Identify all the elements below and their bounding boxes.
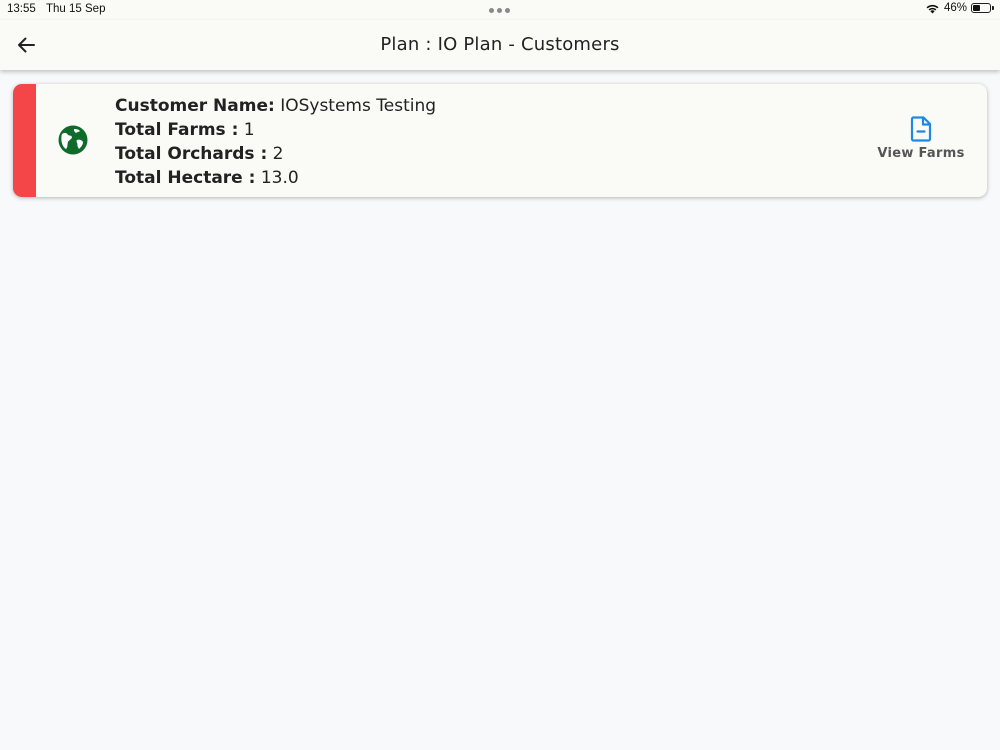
battery-percent: 46%	[943, 2, 967, 14]
total-farms-row: Total Farms : 1	[115, 118, 436, 142]
total-orchards-value: 2	[272, 144, 284, 164]
app-bar: Plan : IO Plan - Customers	[0, 20, 1000, 70]
customer-name-value: IOSystems Testing	[280, 96, 437, 116]
total-hectare-row: Total Hectare : 13.0	[115, 166, 436, 190]
status-indicators: 46%	[925, 2, 994, 14]
globe-icon	[58, 125, 88, 155]
total-orchards-row: Total Orchards : 2	[115, 142, 436, 166]
customer-name-label: Customer Name:	[115, 96, 275, 116]
card-accent-stripe	[13, 84, 36, 197]
total-orchards-label: Total Orchards :	[115, 144, 268, 164]
view-farms-label: View Farms	[877, 146, 965, 161]
status-bar: 13:55 Thu 15 Sep 46%	[0, 0, 1000, 20]
total-farms-value: 1	[243, 120, 255, 140]
status-time: 13:55	[7, 3, 36, 15]
page-title: Plan : IO Plan - Customers	[380, 34, 620, 55]
customer-name-row: Customer Name: IOSystems Testing	[115, 94, 436, 118]
view-farms-button[interactable]: View Farms	[875, 116, 967, 161]
multitasking-dots-icon[interactable]	[489, 8, 510, 13]
total-hectare-value: 13.0	[260, 168, 299, 188]
status-date: Thu 15 Sep	[46, 3, 106, 15]
total-hectare-label: Total Hectare :	[115, 168, 256, 188]
document-icon	[910, 116, 932, 142]
battery-icon	[971, 3, 991, 13]
wifi-icon	[926, 4, 939, 13]
customer-card[interactable]: Customer Name: IOSystems Testing Total F…	[13, 84, 987, 197]
total-farms-label: Total Farms :	[115, 120, 239, 140]
customer-info: Customer Name: IOSystems Testing Total F…	[115, 94, 436, 190]
